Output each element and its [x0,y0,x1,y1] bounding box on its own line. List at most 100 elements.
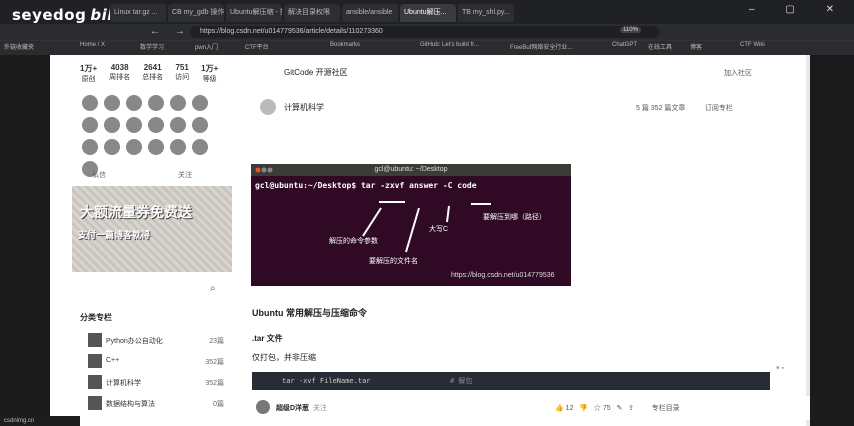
follow-link[interactable]: 关注 [178,170,192,180]
badge-icon[interactable] [104,95,120,111]
page-scrollbar[interactable] [806,55,810,426]
article-actions: 👍 12 👎 ☆ 75 ✎ ⇪ 专栏目录 [555,403,680,413]
badge-icon[interactable] [126,95,142,111]
badge-icon[interactable] [148,139,164,155]
badge-grid [82,95,222,177]
badge-icon[interactable] [192,139,208,155]
badge-icon[interactable] [82,95,98,111]
like-icon[interactable]: 👍 [555,405,564,412]
badge-icon[interactable] [148,117,164,133]
subscribe-button[interactable]: 订阅专栏 [705,105,733,112]
category-label: Python办公自动化 [106,338,163,345]
channel-stats: 5 篇 352 篇文章 订阅专栏 [636,103,733,113]
tab[interactable]: ansible/ansible [342,4,398,22]
badge-icon[interactable] [192,95,208,111]
stat-label: 原创 [81,76,96,83]
badge-icon[interactable] [170,117,186,133]
badge-icon[interactable] [104,139,120,155]
join-community-button[interactable]: 加入社区 [724,68,752,78]
channel-avatar [260,99,276,115]
category-item[interactable]: Python办公自动化 23篇 [88,333,238,347]
badge-icon[interactable] [82,139,98,155]
message-link[interactable]: 私信 [92,170,106,180]
copy-icon[interactable]: ▾ ▪ [776,364,784,372]
stat-label: 访问 [175,74,190,81]
tab[interactable]: Ubuntu解压缩 - 搜索 [226,4,282,22]
badge-icon[interactable] [148,95,164,111]
bookmark[interactable]: ChatGPT [612,42,637,48]
address-bar: ← → ↻ ⌂ https://blog.csdn.net/u014779536… [0,24,854,40]
zoom-level[interactable]: 110% [620,27,641,33]
bookmark[interactable]: pwn入门 [195,42,218,51]
badge-icon[interactable] [192,117,208,133]
badge-icon[interactable] [104,117,120,133]
badge-icon[interactable] [170,139,186,155]
bookmark[interactable]: GitHub: Let's build fr... [420,42,479,48]
badge-icon[interactable] [170,95,186,111]
bookmark[interactable]: 数学学习 [140,42,164,51]
category-title: 分类专栏 [80,313,112,322]
tab[interactable]: 解决目录权限 [284,4,340,22]
tab[interactable]: CB my_gdb 操作 [168,4,224,22]
stat: 4038 周排名 [109,63,130,84]
bookmark[interactable]: CTF平台 [245,42,269,51]
category-item[interactable]: C++ 352篇 [88,354,238,368]
terminal-screenshot: gcl@ubuntu: ~/Desktop gcl@ubuntu:~/Deskt… [251,164,571,286]
category-icon [88,375,102,389]
tab-strip: Linux tar.gz ... CB my_gdb 操作 Ubuntu解压缩 … [110,4,514,22]
stat-value: 1万+ [80,64,98,73]
code-block: tar -xvf FileName.tar # 解包 [252,372,770,390]
channel-name[interactable]: 计算机科学 [284,102,324,113]
share-icon[interactable]: ⇪ [628,405,634,412]
search-icon[interactable]: ⌕ [210,283,216,294]
badge-icon[interactable] [126,117,142,133]
ad-headline: 大额流量券免费送 [80,204,192,220]
bookmark[interactable]: 博客 [690,42,702,51]
comment-icon[interactable]: ✎ [616,405,622,412]
star-icon[interactable]: ☆ [594,405,601,412]
badge-icon[interactable] [82,117,98,133]
bookmark[interactable]: CTF Wiki [740,42,765,48]
bookmark[interactable]: Bookmarks [330,42,360,48]
author-follow-button[interactable]: 关注 [313,405,327,412]
community-title[interactable]: GitCode 开源社区 [284,67,348,78]
tab[interactable]: TB my_shl.py... [458,4,514,22]
tab-active[interactable]: Ubuntu解压... [400,4,456,22]
category-item[interactable]: 数据结构与算法 0篇 [88,396,238,410]
stat-value: 1万+ [201,64,219,73]
article-heading: Ubuntu 常用解压与压缩命令 [252,308,367,318]
bookmark[interactable]: Home / X [80,42,105,48]
tab[interactable]: Linux tar.gz ... [110,4,166,22]
ad-banner[interactable]: 大额流量券免费送 支付一篇博客就得 [72,186,232,272]
badge-icon[interactable] [126,139,142,155]
stat: 2641 总排名 [142,63,163,84]
author-avatar[interactable] [256,400,270,414]
stat-label: 等级 [202,76,217,83]
window-controls[interactable]: – ▢ ✕ [749,4,848,15]
annotation-label: 要解压到哪（路径） [483,214,546,221]
annotation-arrows-icon [362,201,491,253]
category-label: C++ [106,357,120,364]
stat: 1万+ 原创 [80,63,97,84]
bookmark[interactable]: FreeBuf网络安全行业... [510,42,572,51]
stat-value: 751 [175,63,189,72]
url-input[interactable]: https://blog.csdn.net/u014779536/article… [190,26,660,38]
bookmark[interactable]: 在线工具 [648,42,672,51]
author-name-text: 超级D洋葱 [276,405,310,412]
browser-tabbar: seyedogbilibili Linux tar.gz ... CB my_g… [0,0,854,24]
author-name[interactable]: 超级D洋葱 关注 [276,403,327,413]
channel-stat-text: 5 篇 352 篇文章 [636,105,686,112]
dislike-icon[interactable]: 👎 [579,405,588,412]
stat-value: 2641 [143,63,162,72]
bookmark[interactable]: 外链收藏夹 [4,42,34,51]
stat-label: 总排名 [142,74,164,81]
category-item[interactable]: 计算机科学 352篇 [88,375,238,389]
article-paragraph: 仅打包，并非压缩 [252,353,316,362]
star-count: 75 [602,405,611,412]
category-label: 数据结构与算法 [106,401,155,408]
category-label: 计算机科学 [106,380,141,387]
stat-label: 周排名 [109,74,131,81]
toc-button[interactable]: 专栏目录 [652,405,680,412]
stat: 751 访问 [175,63,189,84]
terminal-watermark-url: https://blog.csdn.net/u014779536 [451,272,555,279]
